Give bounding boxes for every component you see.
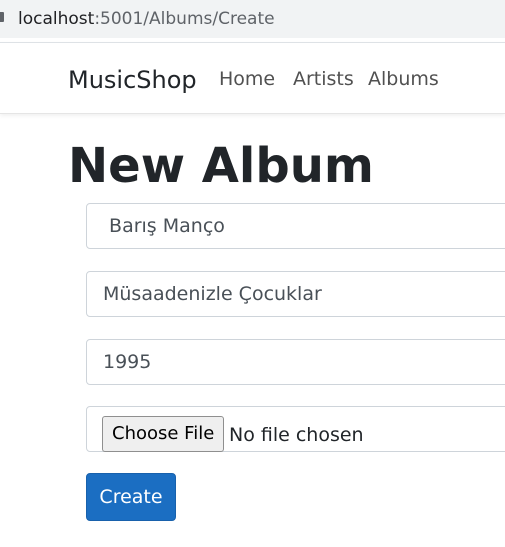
browser-address-bar[interactable]: localhost:5001/Albums/Create <box>0 0 505 38</box>
navbar: MusicShop Home Artists Albums <box>0 42 505 114</box>
artist-field[interactable] <box>86 203 505 249</box>
album-name-field[interactable] <box>86 271 505 317</box>
page-title: New Album <box>68 138 374 194</box>
create-button[interactable]: Create <box>86 473 176 521</box>
url-host: localhost <box>18 9 95 29</box>
choose-file-button[interactable]: Choose File <box>102 416 225 452</box>
navbar-brand[interactable]: MusicShop <box>68 65 197 95</box>
lock-icon <box>0 12 4 22</box>
nav-link-home[interactable]: Home <box>219 67 275 91</box>
nav-link-albums[interactable]: Albums <box>368 67 439 91</box>
url-text[interactable]: localhost:5001/Albums/Create <box>18 8 275 30</box>
url-path: :5001/Albums/Create <box>94 9 275 29</box>
file-status-text: No file chosen <box>229 424 364 446</box>
file-upload-field: Choose File No file chosen <box>86 406 505 452</box>
nav-link-artists[interactable]: Artists <box>293 67 354 91</box>
year-field[interactable] <box>86 339 505 385</box>
